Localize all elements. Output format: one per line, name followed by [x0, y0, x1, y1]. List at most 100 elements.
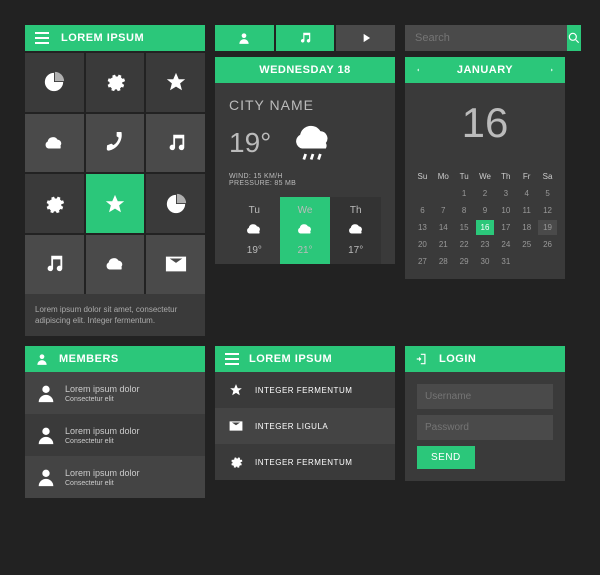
cal-weekday: Fr [517, 169, 536, 184]
send-button[interactable]: SEND [417, 446, 475, 469]
tile-cloud[interactable] [25, 114, 84, 173]
tile-cloud-2[interactable] [86, 235, 145, 294]
cal-day[interactable]: 1 [455, 186, 474, 201]
cal-day[interactable]: 7 [434, 203, 453, 218]
music-icon [298, 31, 312, 45]
cal-day[interactable]: 6 [413, 203, 432, 218]
cal-day[interactable]: 10 [496, 203, 515, 218]
forecast-day[interactable]: Tu19° [229, 197, 280, 264]
music-icon [43, 253, 65, 275]
members-title: MEMBERS [59, 353, 119, 365]
forecast-row: Tu19°We21°Th17° [229, 197, 381, 264]
tile-star[interactable] [146, 53, 205, 112]
play-icon [359, 31, 373, 45]
person-icon [35, 352, 49, 366]
cal-big-date: 16 [405, 83, 565, 163]
password-input[interactable] [417, 415, 553, 440]
cal-day[interactable]: 18 [517, 220, 536, 235]
menu-item-icon [229, 455, 243, 469]
cal-day[interactable]: 22 [455, 237, 474, 252]
top-music[interactable] [276, 25, 335, 51]
cal-weekday: We [476, 169, 495, 184]
username-input[interactable] [417, 384, 553, 409]
menu-item[interactable]: INTEGER FERMENTUM [215, 372, 395, 408]
search-bar [405, 25, 565, 51]
avatar-icon [35, 382, 57, 404]
member-row[interactable]: Lorem ipsum dolorConsectetur elit [25, 372, 205, 414]
cal-day[interactable]: 26 [538, 237, 557, 252]
top-play[interactable] [336, 25, 395, 51]
login-header: LOGIN [405, 346, 565, 372]
hamburger-icon[interactable] [225, 353, 239, 365]
tile-music-2[interactable] [25, 235, 84, 294]
menu-panel: LOREM IPSUM INTEGER FERMENTUMINTEGER LIG… [215, 346, 395, 498]
forecast-day[interactable]: We21° [280, 197, 331, 264]
tile-settings[interactable] [86, 53, 145, 112]
menu-item[interactable]: INTEGER FERMENTUM [215, 444, 395, 480]
cal-day[interactable]: 27 [413, 254, 432, 269]
cal-day[interactable]: 28 [434, 254, 453, 269]
rain-icon [291, 121, 335, 165]
tile-phone[interactable] [86, 114, 145, 173]
hamburger-icon[interactable] [35, 32, 49, 44]
cal-day [413, 186, 432, 201]
top-person[interactable] [215, 25, 274, 51]
music-icon [165, 132, 187, 154]
cal-day[interactable]: 16 [476, 220, 495, 235]
cal-day[interactable]: 8 [455, 203, 474, 218]
chevron-right-icon [549, 65, 555, 75]
cal-day[interactable]: 30 [476, 254, 495, 269]
cal-day[interactable]: 20 [413, 237, 432, 252]
search-input[interactable] [405, 25, 567, 51]
cal-day[interactable]: 25 [517, 237, 536, 252]
cal-day[interactable]: 9 [476, 203, 495, 218]
cal-weekday: Th [496, 169, 515, 184]
cal-day[interactable]: 21 [434, 237, 453, 252]
top-icon-bar [215, 25, 395, 51]
cal-day[interactable]: 5 [538, 186, 557, 201]
tile-star-active[interactable] [86, 174, 145, 233]
calendar-grid: SuMoTuWeThFrSa12345678910111213141516171… [405, 163, 565, 279]
cal-prev[interactable] [405, 57, 431, 83]
login-icon [415, 352, 429, 366]
cal-day[interactable]: 23 [476, 237, 495, 252]
cal-day[interactable]: 24 [496, 237, 515, 252]
forecast-day[interactable]: Th17° [330, 197, 381, 264]
member-row[interactable]: Lorem ipsum dolorConsectetur elit [25, 456, 205, 498]
menu-item-icon [229, 419, 243, 433]
menu-item-icon [229, 383, 243, 397]
tile-mail[interactable] [146, 235, 205, 294]
cal-day[interactable]: 15 [455, 220, 474, 235]
tile-music[interactable] [146, 114, 205, 173]
cal-day[interactable]: 2 [476, 186, 495, 201]
members-panel: MEMBERS Lorem ipsum dolorConsectetur eli… [25, 346, 205, 498]
tile-pie-2[interactable] [146, 174, 205, 233]
chevron-left-icon [415, 65, 421, 75]
avatar-icon [35, 466, 57, 488]
cal-day[interactable]: 14 [434, 220, 453, 235]
cal-day[interactable]: 29 [455, 254, 474, 269]
cal-weekday: Tu [455, 169, 474, 184]
cal-day[interactable]: 12 [538, 203, 557, 218]
search-button[interactable] [567, 25, 581, 51]
cal-day[interactable]: 4 [517, 186, 536, 201]
cal-day[interactable]: 31 [496, 254, 515, 269]
cal-day[interactable]: 17 [496, 220, 515, 235]
tile-pie[interactable] [25, 53, 84, 112]
menu-item[interactable]: INTEGER LIGULA [215, 408, 395, 444]
cal-next[interactable] [539, 57, 565, 83]
cloud-icon [104, 253, 126, 275]
menu-header: LOREM IPSUM [215, 346, 395, 372]
login-panel: LOGIN SEND [405, 346, 565, 498]
pressure-text: PRESSURE: 85 MB [229, 180, 381, 187]
person-icon [237, 31, 251, 45]
member-row[interactable]: Lorem ipsum dolorConsectetur elit [25, 414, 205, 456]
tile-settings-2[interactable] [25, 174, 84, 233]
cal-day[interactable]: 19 [538, 220, 557, 235]
cal-day[interactable]: 13 [413, 220, 432, 235]
star-icon [104, 193, 126, 215]
app-panel: LOREM IPSUM Lorem ipsum dolor sit amet, … [25, 25, 205, 336]
login-title: LOGIN [439, 353, 476, 365]
cal-day[interactable]: 3 [496, 186, 515, 201]
cal-day[interactable]: 11 [517, 203, 536, 218]
